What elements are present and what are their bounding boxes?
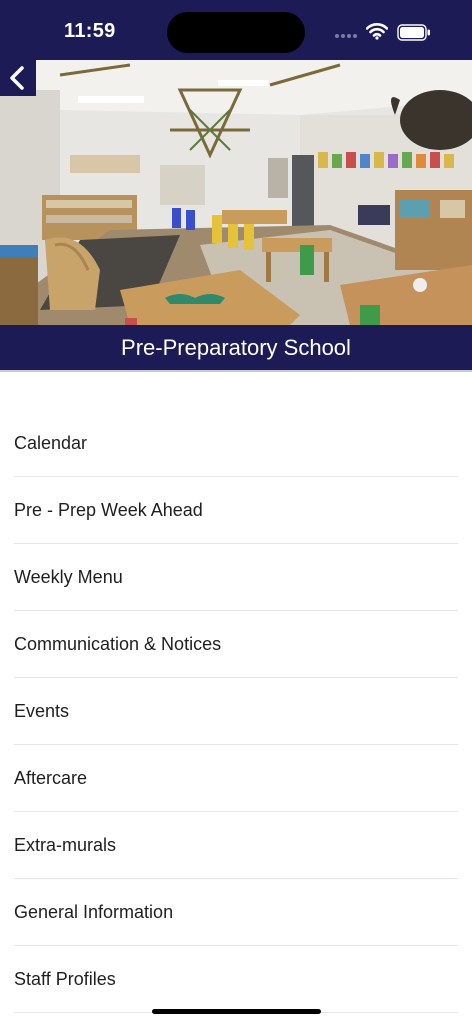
menu-item-communication-notices[interactable]: Communication & Notices bbox=[14, 611, 458, 678]
menu-item-general-information[interactable]: General Information bbox=[14, 879, 458, 946]
menu-item-weekly-menu[interactable]: Weekly Menu bbox=[14, 544, 458, 611]
menu-item-label: Calendar bbox=[14, 432, 88, 453]
chevron-left-icon bbox=[10, 66, 24, 90]
home-indicator[interactable] bbox=[152, 1009, 321, 1014]
menu-item-label: Communication & Notices bbox=[14, 633, 222, 654]
menu-item-label: Staff Profiles bbox=[14, 968, 116, 989]
menu-item-staff-profiles[interactable]: Staff Profiles bbox=[14, 946, 458, 1013]
menu-item-calendar[interactable]: Calendar bbox=[14, 410, 458, 477]
menu-item-label: General Information bbox=[14, 901, 174, 922]
back-button[interactable] bbox=[0, 60, 36, 96]
menu-item-label: Events bbox=[14, 700, 70, 721]
menu-item-aftercare[interactable]: Aftercare bbox=[14, 745, 458, 812]
menu-item-label: Extra-murals bbox=[14, 834, 117, 855]
menu-item-label: Weekly Menu bbox=[14, 566, 123, 587]
menu-item-extra-murals[interactable]: Extra-murals bbox=[14, 812, 458, 879]
menu-item-label: Pre - Prep Week Ahead bbox=[14, 499, 203, 520]
menu-item-events[interactable]: Events bbox=[14, 678, 458, 745]
status-time: 11:59 bbox=[64, 20, 116, 42]
menu-list: Calendar Pre - Prep Week Ahead Weekly Me… bbox=[14, 410, 458, 1013]
signal-icon bbox=[335, 30, 361, 38]
dynamic-island bbox=[167, 12, 305, 53]
page-title: Pre-Preparatory School bbox=[0, 325, 472, 372]
menu-item-label: Aftercare bbox=[14, 767, 88, 788]
wifi-icon bbox=[366, 23, 388, 40]
battery-icon bbox=[397, 24, 430, 41]
menu-item-week-ahead[interactable]: Pre - Prep Week Ahead bbox=[14, 477, 458, 544]
hero-image bbox=[0, 60, 472, 325]
status-bar: 11:59 bbox=[0, 0, 472, 60]
